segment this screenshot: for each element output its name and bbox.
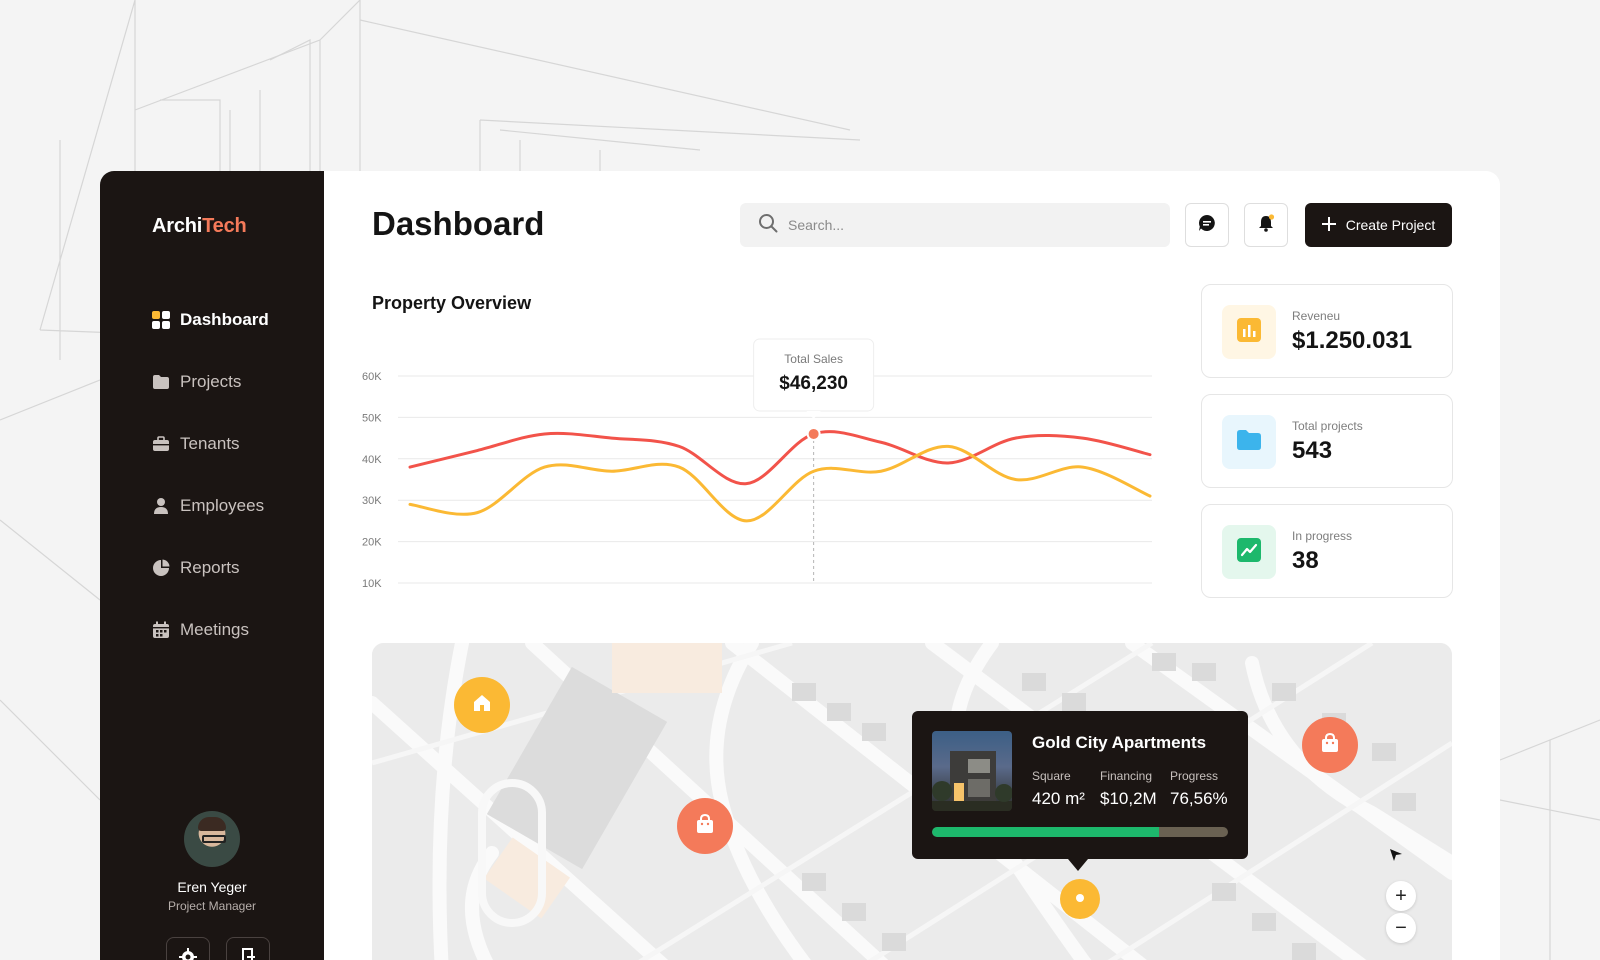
progress-stat: Progress 76,56%	[1170, 769, 1228, 809]
property-thumbnail	[932, 731, 1012, 811]
y-tick-label: 20K	[362, 537, 382, 549]
zoom-in-button[interactable]: +	[1386, 881, 1416, 911]
logout-icon	[240, 947, 256, 960]
user-profile[interactable]: Eren Yeger Project Manager	[100, 811, 324, 913]
stat-value: 38	[1292, 547, 1319, 574]
trend-up-icon	[1236, 537, 1262, 568]
y-tick-label: 50K	[362, 412, 382, 424]
map-pin-shop[interactable]	[677, 798, 733, 854]
calendar-icon	[152, 621, 170, 639]
sidebar-item-tenants[interactable]: Tenants	[152, 413, 322, 475]
cursor-arrow-icon	[1388, 847, 1404, 868]
stat-label: In progress	[1292, 529, 1353, 543]
person-icon	[152, 497, 170, 515]
stat-value: $1.250.031	[1292, 327, 1413, 354]
stat-value: 543	[1292, 437, 1333, 464]
total-projects-card[interactable]: Total projects 543	[1201, 394, 1453, 488]
logout-button[interactable]	[226, 937, 270, 960]
sidebar-nav: Dashboard Projects Tenants Employees Rep…	[152, 289, 322, 661]
property-popup[interactable]: Gold City Apartments Square 420 m² Finan…	[912, 711, 1248, 871]
briefcase-icon	[152, 435, 170, 453]
map-pin-location[interactable]	[1060, 879, 1100, 919]
sidebar-item-label: Reports	[180, 558, 240, 577]
user-name: Eren Yeger	[177, 879, 247, 895]
plus-icon	[1321, 216, 1336, 234]
property-map[interactable]: Gold City Apartments Square 420 m² Finan…	[372, 643, 1452, 960]
financing-label: Financing	[1100, 769, 1153, 783]
stat-label: Reveneu	[1292, 309, 1341, 323]
tooltip-value: $46,230	[779, 373, 848, 394]
home-icon	[472, 693, 492, 718]
sidebar-item-projects[interactable]: Projects	[152, 351, 322, 413]
sidebar: ArchiTech Dashboard Projects Tenants Emp…	[100, 171, 324, 960]
sidebar-actions	[166, 937, 270, 960]
brand-name-part1: Archi	[152, 215, 203, 237]
sidebar-item-dashboard[interactable]: Dashboard	[152, 289, 322, 351]
sidebar-item-meetings[interactable]: Meetings	[152, 599, 322, 661]
highlight-point	[806, 426, 821, 441]
y-tick-label: 30K	[362, 495, 382, 507]
zoom-out-button[interactable]: −	[1386, 913, 1416, 943]
progress-label: Progress	[1170, 769, 1219, 783]
y-tick-label: 10K	[362, 578, 382, 590]
chat-icon	[1198, 214, 1216, 237]
square-value: 420 m²	[1032, 789, 1085, 808]
property-title: Gold City Apartments	[1032, 733, 1207, 752]
series-line	[408, 444, 1152, 523]
bell-icon	[1257, 213, 1275, 237]
stat-icon-box	[1222, 525, 1276, 579]
location-dot-icon	[1075, 890, 1085, 908]
sidebar-item-label: Tenants	[180, 434, 240, 453]
sidebar-item-employees[interactable]: Employees	[152, 475, 322, 537]
sidebar-item-label: Projects	[180, 372, 242, 391]
folder-icon	[152, 373, 170, 391]
sidebar-item-label: Meetings	[180, 620, 249, 639]
create-project-button[interactable]: Create Project	[1305, 203, 1452, 247]
search-input[interactable]	[788, 217, 1148, 233]
y-tick-label: 40K	[362, 454, 382, 466]
progress-bar-fill	[932, 827, 1159, 837]
financing-stat: Financing $10,2M	[1100, 769, 1157, 809]
bar-chart-icon	[1236, 317, 1262, 348]
dashboard-grid-icon	[152, 311, 170, 329]
square-label: Square	[1032, 769, 1071, 783]
property-overview-chart: 10K20K30K40K50K60KJanFebMarAprMayJunJulA…	[362, 338, 1152, 590]
stat-icon-box	[1222, 305, 1276, 359]
shopping-bag-icon	[695, 813, 715, 839]
messages-button[interactable]	[1185, 203, 1229, 247]
main-panel: Dashboard Create Project Property Overvi…	[324, 171, 1500, 960]
notifications-button[interactable]	[1244, 203, 1288, 247]
sidebar-item-label: Dashboard	[180, 310, 269, 329]
square-stat: Square 420 m²	[1032, 769, 1085, 809]
brand-logo[interactable]: ArchiTech	[152, 215, 247, 238]
progress-value: 76,56%	[1170, 789, 1228, 808]
shopping-bag-icon	[1320, 732, 1340, 758]
user-role: Project Manager	[167, 899, 257, 913]
page-title: Dashboard	[372, 205, 545, 242]
map-pin-shop[interactable]	[1302, 717, 1358, 773]
y-tick-label: 60K	[362, 371, 382, 383]
sidebar-item-reports[interactable]: Reports	[152, 537, 322, 599]
in-progress-card[interactable]: In progress 38	[1201, 504, 1453, 598]
pie-chart-icon	[152, 559, 170, 577]
folder-icon	[1236, 429, 1262, 456]
tooltip-label: Total Sales	[784, 352, 843, 366]
avatar[interactable]	[184, 811, 240, 867]
stat-label: Total projects	[1292, 419, 1363, 433]
sidebar-item-label: Employees	[180, 496, 265, 515]
search-bar[interactable]	[740, 203, 1170, 247]
revenue-card[interactable]: Reveneu $1.250.031	[1201, 284, 1453, 378]
search-icon	[758, 213, 778, 238]
create-project-label: Create Project	[1345, 217, 1436, 233]
gear-icon	[179, 947, 197, 960]
map-pin-home[interactable]	[454, 677, 510, 733]
progress-bar	[932, 827, 1228, 837]
stat-icon-box	[1222, 415, 1276, 469]
settings-button[interactable]	[166, 937, 210, 960]
financing-value: $10,2M	[1100, 789, 1157, 808]
brand-name-part2: Tech	[202, 215, 247, 237]
